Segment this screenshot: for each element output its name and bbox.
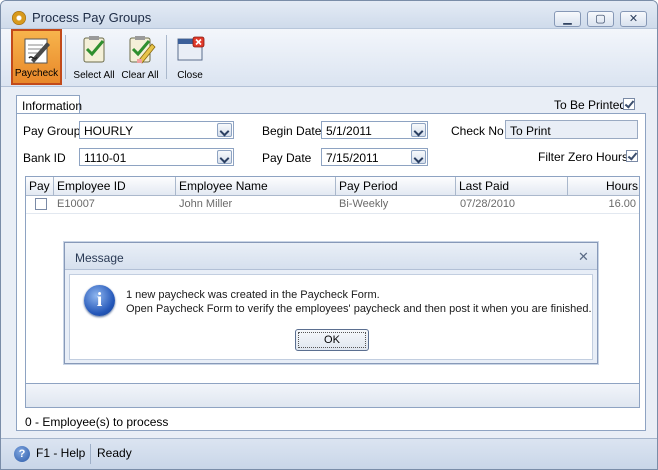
pay-date-label: Pay Date (262, 151, 312, 165)
check-no-label: Check No (451, 124, 504, 138)
chevron-down-icon[interactable] (217, 123, 232, 137)
status-bar: ? F1 - Help Ready (1, 438, 657, 469)
column-header-last-paid[interactable]: Last Paid (456, 177, 568, 196)
paycheck-button[interactable]: Paycheck (11, 29, 62, 85)
column-header-employee-name[interactable]: Employee Name (176, 177, 336, 196)
window-title: Process Pay Groups (32, 10, 152, 25)
chevron-down-icon[interactable] (411, 123, 426, 137)
pay-date-value: 7/15/2011 (326, 151, 379, 165)
bank-id-label: Bank ID (23, 151, 66, 165)
help-icon[interactable]: ? (14, 446, 30, 462)
paycheck-icon (24, 38, 50, 64)
cell-hours: 16.00 (608, 198, 636, 210)
bank-id-value: 1110-01 (84, 151, 127, 165)
pay-group-label: Pay Group (23, 124, 81, 138)
select-all-icon (83, 36, 105, 63)
pay-group-value: HOURLY (84, 124, 134, 138)
select-all-button[interactable]: Select All (71, 29, 117, 85)
close-window-button[interactable]: ✕ (620, 11, 647, 27)
column-header-pay[interactable]: Pay (26, 177, 54, 196)
filter-zero-hours-label: Filter Zero Hours (538, 150, 629, 164)
cell-employee-name: John Miller (179, 198, 233, 210)
to-be-printed-label: To Be Printed (554, 98, 627, 112)
pay-group-combo[interactable]: HOURLY (79, 121, 234, 139)
check-no-field: To Print (505, 120, 638, 139)
dialog-title-bar: Message ✕ (65, 243, 597, 270)
bank-id-combo[interactable]: 1110-01 (79, 148, 234, 166)
dialog-title: Message (75, 251, 124, 265)
close-label: Close (177, 70, 203, 81)
row-pay-checkbox[interactable] (35, 198, 47, 210)
dialog-message-line-2: Open Paycheck Form to verify the employe… (126, 303, 592, 315)
cell-employee-id: E10007 (57, 198, 95, 210)
to-be-printed-checkbox[interactable] (623, 98, 635, 110)
select-all-label: Select All (73, 70, 115, 81)
process-pay-groups-window: Process Pay Groups ▁ ▢ ✕ Paycheck Select… (0, 0, 658, 470)
cell-pay-period: Bi-Weekly (339, 198, 389, 210)
dialog-close-icon[interactable]: ✕ (578, 249, 589, 265)
chevron-down-icon[interactable] (411, 150, 426, 164)
paycheck-label: Paycheck (14, 68, 59, 79)
table-row[interactable]: E10007 John Miller Bi-Weekly 07/28/2010 … (26, 196, 639, 214)
pay-date-picker[interactable]: 7/15/2011 (321, 148, 428, 166)
info-icon: i (84, 285, 115, 316)
app-icon (12, 11, 26, 25)
clear-all-icon (129, 36, 156, 64)
grid-header: Pay Employee ID Employee Name Pay Period… (26, 177, 639, 196)
clear-all-label: Clear All (121, 70, 159, 81)
column-header-employee-id[interactable]: Employee ID (54, 177, 176, 196)
minimize-icon: ▁ (563, 13, 572, 25)
cell-last-paid: 07/28/2010 (460, 198, 516, 210)
begin-date-picker[interactable]: 5/1/2011 (321, 121, 428, 139)
tab-information[interactable]: Information (16, 95, 82, 114)
maximize-icon: ▢ (595, 13, 606, 25)
close-button[interactable]: Close (173, 29, 207, 85)
maximize-button[interactable]: ▢ (587, 11, 614, 27)
begin-date-label: Begin Date (262, 124, 322, 138)
toolbar-separator (166, 35, 167, 79)
chevron-down-icon[interactable] (217, 150, 232, 164)
employees-to-process-text: 0 - Employee(s) to process (25, 415, 169, 429)
column-header-pay-period[interactable]: Pay Period (336, 177, 456, 196)
message-dialog: Message ✕ i 1 new paycheck was created i… (64, 242, 598, 364)
begin-date-value: 5/1/2011 (326, 124, 372, 138)
title-bar: Process Pay Groups ▁ ▢ ✕ (1, 1, 657, 29)
toolbar-separator (65, 35, 66, 79)
dialog-message-line-1: 1 new paycheck was created in the Payche… (126, 289, 380, 301)
status-separator (90, 444, 91, 464)
column-header-hours[interactable]: Hours (568, 177, 639, 196)
close-form-icon (177, 36, 205, 61)
close-icon: ✕ (628, 13, 639, 25)
ok-button[interactable]: OK (295, 329, 369, 351)
minimize-button[interactable]: ▁ (554, 11, 581, 27)
status-text: Ready (97, 446, 132, 460)
toolbar: Paycheck Select All Clear All Close (1, 29, 657, 87)
dialog-body: i 1 new paycheck was created in the Payc… (69, 274, 593, 360)
grid-footer (25, 384, 640, 408)
filter-zero-hours-checkbox[interactable] (626, 150, 638, 162)
clear-all-button[interactable]: Clear All (120, 29, 160, 85)
help-shortcut-text[interactable]: F1 - Help (36, 446, 85, 460)
